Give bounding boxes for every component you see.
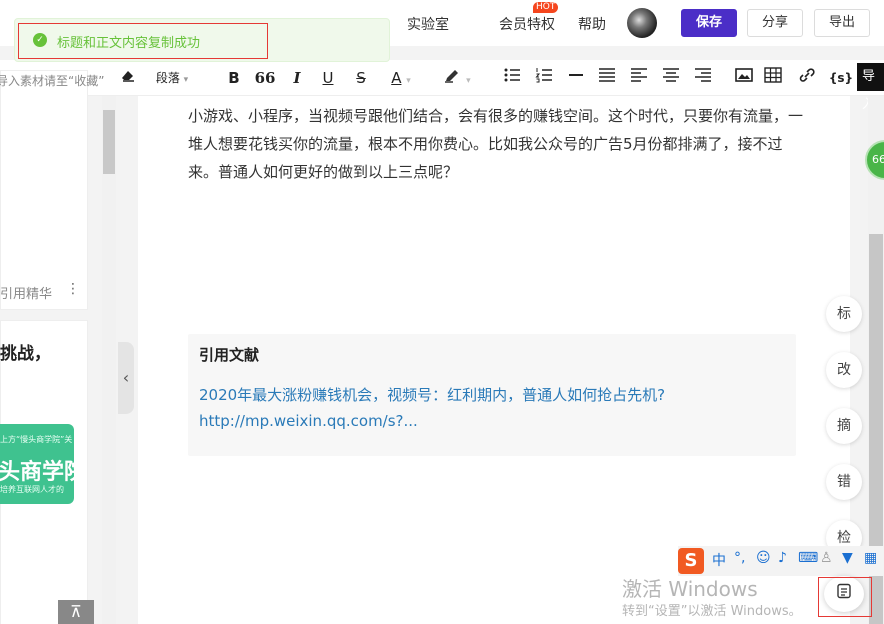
code-button[interactable]: {s}	[828, 66, 854, 90]
save-button[interactable]: 保存	[681, 9, 737, 37]
article-card-title: 挑战，	[0, 344, 51, 364]
share-button[interactable]: 分享	[747, 9, 803, 37]
table-icon[interactable]	[763, 66, 783, 90]
side-tool-title[interactable]: 标	[826, 296, 862, 332]
highlight-box	[818, 577, 872, 617]
eraser-icon[interactable]	[118, 66, 138, 90]
material-card[interactable]	[0, 70, 88, 310]
nav-vip[interactable]: 会员特权	[499, 14, 555, 34]
paragraph-select[interactable]: 段落 ▾	[148, 66, 196, 90]
article-body-text[interactable]: 小游戏、小程序，当视频号跟他们结合，会有很多的赚钱空间。这个时代，只要你有流量，…	[188, 102, 808, 186]
align-right-icon[interactable]	[693, 66, 713, 90]
left-scrollbar-thumb[interactable]	[103, 110, 115, 174]
font-color-button[interactable]: A ▾	[384, 66, 418, 90]
arrow-up-icon: ⊼	[70, 602, 82, 621]
skin-icon[interactable]: ▼	[842, 550, 853, 566]
font-color-label: A	[391, 69, 402, 87]
hot-badge: HOT	[533, 2, 559, 13]
ref-essence-label[interactable]: 引用精华	[0, 283, 52, 302]
import-hint: 导入素材请至“收藏”	[0, 74, 105, 88]
link-icon[interactable]	[797, 66, 817, 90]
import-button[interactable]: 导入	[857, 63, 884, 112]
bold-button[interactable]: B	[224, 66, 244, 90]
thumbnail-top-text: 上方“慢头商学院”关	[0, 435, 73, 444]
numbered-list-icon[interactable]	[534, 66, 554, 90]
avatar[interactable]	[627, 8, 657, 38]
side-tool-rewrite[interactable]: 改	[826, 352, 862, 388]
ime-lang[interactable]: 中	[712, 550, 726, 570]
ime-toolbar: S 中 °, ☺ ♪ ⌨ ♙ ▼ ▦	[678, 546, 884, 576]
underline-button[interactable]: U	[318, 66, 338, 90]
horizontal-rule-icon[interactable]	[566, 66, 586, 90]
chevron-left-icon: ‹	[122, 368, 130, 387]
quote-button[interactable]: 66	[254, 66, 276, 90]
bullet-list-icon[interactable]	[502, 66, 522, 90]
justify-icon[interactable]	[597, 66, 617, 90]
chevron-down-icon: ▾	[466, 76, 471, 86]
activate-windows-subtitle: 转到“设置”以激活 Windows。	[622, 604, 802, 619]
nav-lab[interactable]: 实验室	[407, 14, 449, 34]
chevron-down-icon: ▾	[183, 75, 189, 85]
export-button[interactable]: 导出	[814, 9, 870, 37]
align-center-icon[interactable]	[661, 66, 681, 90]
references-title: 引用文献	[199, 346, 260, 364]
sogou-logo[interactable]: S	[678, 548, 704, 574]
side-tool-summary[interactable]: 摘	[826, 408, 862, 444]
microphone-icon[interactable]: ♪	[778, 550, 787, 566]
thumbnail-bottom-text: 培养互联网人才的	[0, 485, 64, 494]
image-icon[interactable]	[734, 66, 754, 90]
references-block: 引用文献 2020年最大涨粉赚钱机会，视频号：红利期内，普通人如何抢占先机?ht…	[188, 334, 796, 456]
grid-icon[interactable]: ▦	[864, 550, 877, 566]
paragraph-label: 段落	[155, 71, 180, 85]
editor-toolbar: 段落 ▾ B 66 I U S A ▾ ▾ {s}	[0, 60, 884, 96]
back-to-top-button[interactable]: ⊼	[58, 600, 94, 624]
user-icon[interactable]: ♙	[820, 550, 833, 566]
thumbnail-title: 头商学院	[0, 460, 74, 485]
article-thumbnail[interactable]: 上方“慢头商学院”关 头商学院 培养互联网人才的	[0, 424, 74, 504]
more-vertical-icon[interactable]: ⋮	[66, 281, 80, 297]
toast-highlight-box	[18, 23, 268, 59]
collapse-panel-button[interactable]: ‹	[118, 342, 134, 414]
align-left-icon[interactable]	[629, 66, 649, 90]
highlight-icon[interactable]: ▾	[437, 66, 477, 90]
left-scrollbar[interactable]	[102, 96, 116, 624]
italic-button[interactable]: I	[287, 66, 307, 90]
activate-windows-title: 激活 Windows	[622, 577, 758, 601]
punctuation-icon[interactable]: °,	[734, 550, 745, 566]
emoji-icon[interactable]: ☺	[756, 550, 771, 566]
keyboard-icon[interactable]: ⌨	[798, 550, 818, 566]
nav-help[interactable]: 帮助	[578, 14, 606, 34]
strikethrough-button[interactable]: S	[351, 66, 371, 90]
chevron-down-icon: ▾	[406, 76, 411, 86]
side-tool-typo[interactable]: 错	[826, 464, 862, 500]
reference-link[interactable]: 2020年最大涨粉赚钱机会，视频号：红利期内，普通人如何抢占先机?http://…	[199, 382, 779, 434]
